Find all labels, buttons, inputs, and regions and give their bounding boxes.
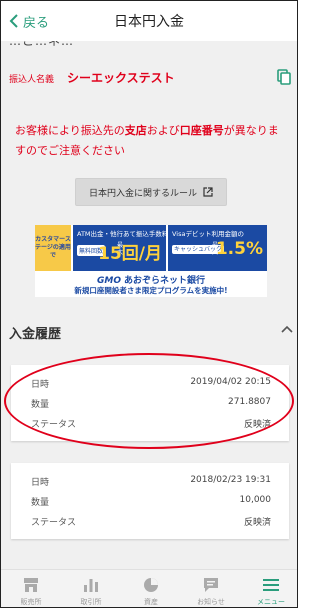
history-status-value: 反映済 [243,518,271,528]
history-title: 入金履歴 [9,327,62,342]
highlight-annotation-circle [4,353,294,449]
partial-row-text: …こ…ネ… [9,41,75,48]
page-title: 日本円入金 [114,14,184,30]
deposit-rules-button[interactable]: 日本円入金に関するルール [75,178,227,206]
history-date-value: 2018/02/23 19:31 [190,475,271,485]
copy-icon[interactable] [277,69,291,89]
nav-label-shop: 販売所 [20,598,42,606]
banner-stage-box: カスタマーステージの適用で [35,225,71,271]
nav-label-assets: 資産 [144,598,158,606]
chart-bar-icon [84,579,98,592]
nav-item-exchange[interactable]: 取引所 [61,570,121,607]
history-card: 日時 2018/02/23 19:31 数量 10,000 ステータス 反映済 [11,463,289,539]
nav-item-shop[interactable]: 販売所 [1,570,61,607]
notice-bold-branch: 支店 [124,124,147,137]
history-date-row: 日時 2018/02/23 19:31 [11,473,289,489]
chevron-up-icon[interactable] [281,325,293,333]
nav-item-assets[interactable]: 資産 [121,570,181,607]
partial-row: …こ…ネ… [1,41,297,49]
nav-item-news[interactable]: お知らせ [181,570,241,607]
banner-promo-text: 新規口座開設者さま限定プログラムを実施中! [74,286,228,295]
shop-icon [24,578,38,592]
branch-account-notice: お客様により振込先の支店および口座番号が異なりますのでご注意ください [15,121,285,161]
payee-row: 振込人名義 シーエックステスト [1,63,297,93]
message-icon [204,578,218,592]
banner-visa-value: 1.5% [215,239,263,259]
nav-label-exchange: 取引所 [80,598,102,606]
history-status-label: ステータス [31,518,77,528]
notice-text-1: お客様により振込先の [15,124,125,137]
banner-visa-text: Visaデビット利用金額の [172,230,244,238]
banner-atm-text: ATM出金・他行あて振込手数料 [77,230,169,238]
external-link-icon [203,187,213,197]
banner-atm-value: 15回/月 [98,244,162,264]
history-status-row: ステータス 反映済 [11,513,289,529]
pie-chart-icon [144,578,158,592]
bottom-nav: 販売所 取引所 資産 お知らせ メニュー [1,569,297,607]
menu-icon [263,579,279,591]
history-qty-label: 数量 [31,498,50,508]
banner-visa-box: Visaデビット利用金額の キャッシュバック 最大 1.5% [168,225,267,271]
notice-text-2: および [146,124,180,137]
payee-value: シーエックステスト [67,71,175,85]
nav-label-news: お知らせ [197,598,225,606]
history-section-header[interactable]: 入金履歴 [1,314,297,348]
nav-item-menu[interactable]: メニュー [241,570,297,607]
payee-label: 振込人名義 [9,75,55,85]
notice-bold-account: 口座番号 [179,124,224,137]
history-date-label: 日時 [31,478,50,488]
app-frame: 戻る 日本円入金 …こ…ネ… 振込人名義 シーエックステスト お客様により振込先… [0,0,298,608]
nav-label-menu: メニュー [257,598,285,606]
history-qty-value: 10,000 [239,495,272,505]
history-qty-row: 数量 10,000 [11,493,289,509]
promo-banner[interactable]: カスタマーステージの適用で ATM出金・他行あて振込手数料 無料回数 最大 15… [35,225,267,297]
deposit-rules-label: 日本円入金に関するルール [88,188,197,199]
banner-atm-box: ATM出金・他行あて振込手数料 無料回数 最大 15回/月 [73,225,169,271]
app-header: 戻る 日本円入金 [1,1,297,42]
